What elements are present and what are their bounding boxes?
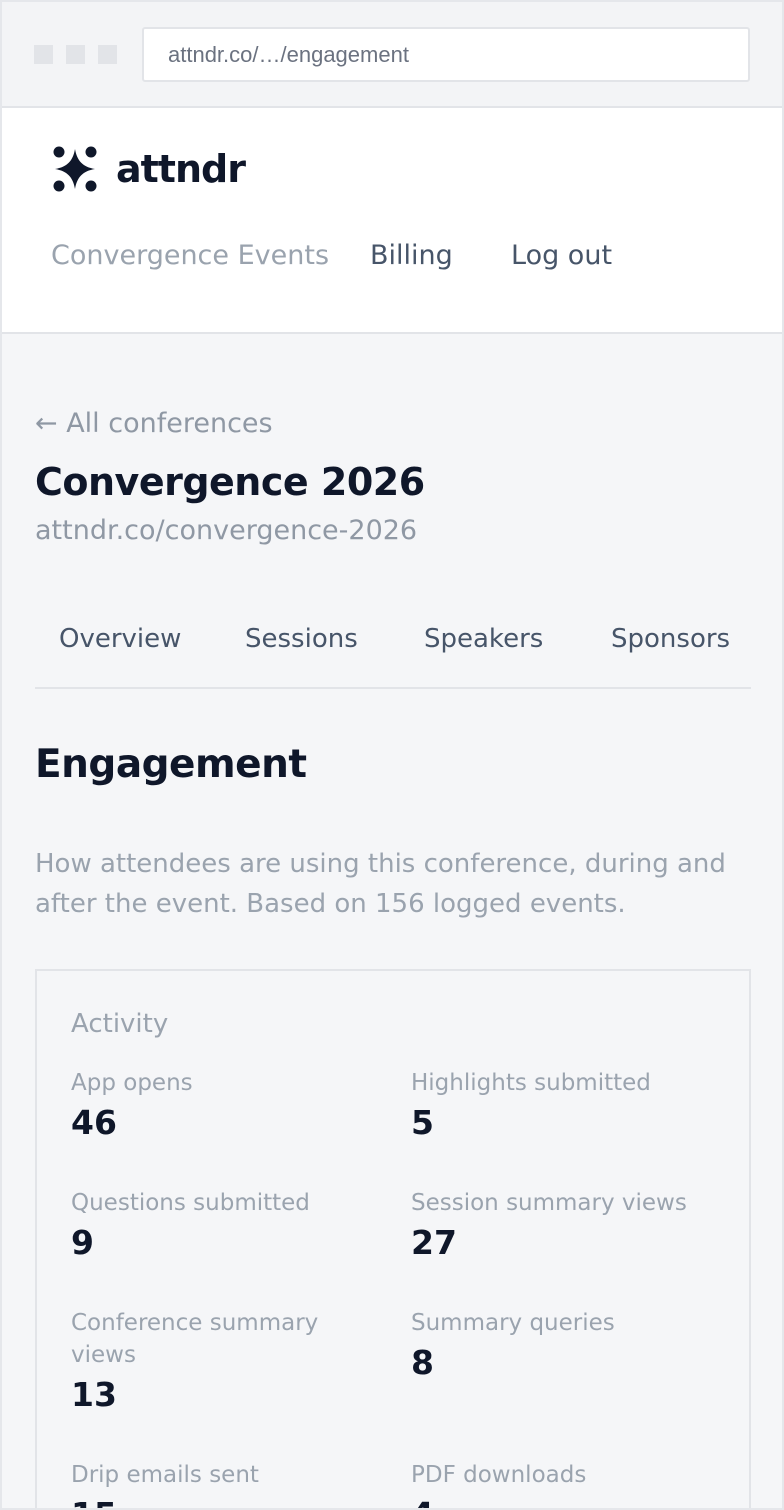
stat-value: 4 — [411, 1493, 711, 1508]
conference-url: attndr.co/convergence-2026 — [35, 515, 418, 546]
window-control-2[interactable] — [66, 45, 85, 64]
address-bar[interactable]: attndr.co/…/engagement — [142, 27, 750, 82]
stat-value: 13 — [71, 1375, 117, 1414]
brand-name: attndr — [116, 147, 246, 191]
stat-label: App opens — [71, 1070, 193, 1096]
window-control-1[interactable] — [34, 45, 53, 64]
page-title: Convergence 2026 — [35, 460, 425, 504]
sparkle-logo-icon — [53, 146, 97, 192]
stat-pdf-downloads: PDF downloads 4 — [411, 1459, 711, 1508]
browser-toolbar: attndr.co/…/engagement — [2, 2, 782, 108]
stat-value: 8 — [411, 1343, 434, 1382]
stat-value: 5 — [411, 1103, 434, 1142]
stat-session-summary-views: Session summary views 27 — [411, 1187, 711, 1265]
stat-drip-emails-sent: Drip emails sent 15 — [71, 1459, 371, 1508]
stat-app-opens: App opens 46 — [71, 1067, 371, 1145]
stat-value: 27 — [411, 1223, 457, 1262]
stat-conference-summary-views: Conference summary views 13 — [71, 1307, 361, 1417]
billing-link[interactable]: Billing — [370, 240, 453, 271]
window-control-3[interactable] — [98, 45, 117, 64]
stat-value: 15 — [71, 1493, 371, 1508]
stat-label: Highlights submitted — [411, 1070, 651, 1096]
stat-value: 46 — [71, 1103, 117, 1142]
tab-sponsors[interactable]: Sponsors — [611, 624, 730, 654]
stat-highlights-submitted: Highlights submitted 5 — [411, 1067, 711, 1145]
tab-overview[interactable]: Overview — [59, 624, 181, 654]
browser-window: attndr.co/…/engagement attndr Convergenc… — [0, 0, 784, 1510]
org-name: Convergence Events — [51, 240, 330, 271]
tab-speakers[interactable]: Speakers — [424, 624, 543, 654]
stat-questions-submitted: Questions submitted 9 — [71, 1187, 371, 1265]
tab-sessions[interactable]: Sessions — [245, 624, 358, 654]
tab-bar: Overview Sessions Speakers Sponsors — [35, 602, 751, 689]
activity-card: Activity App opens 46 Highlights submitt… — [35, 969, 751, 1508]
site-header: attndr Convergence Events Billing Log ou… — [2, 108, 782, 334]
section-title: Engagement — [35, 742, 307, 787]
section-description: How attendees are using this conference,… — [35, 849, 726, 919]
stat-label: Questions submitted — [71, 1190, 310, 1216]
back-to-conferences-link[interactable]: ← All conferences — [35, 408, 273, 439]
stat-value: 9 — [71, 1223, 94, 1262]
logout-link[interactable]: Log out — [511, 240, 612, 271]
stat-label: Drip emails sent — [71, 1462, 259, 1488]
activity-card-title: Activity — [71, 1009, 169, 1039]
stat-label: PDF downloads — [411, 1462, 587, 1488]
stat-summary-queries: Summary queries 8 — [411, 1307, 711, 1385]
stat-label: Session summary views — [411, 1190, 687, 1216]
brand-logo[interactable]: attndr — [50, 144, 246, 194]
stat-label: Summary queries — [411, 1310, 615, 1336]
stat-label: Conference summary views — [71, 1310, 319, 1368]
